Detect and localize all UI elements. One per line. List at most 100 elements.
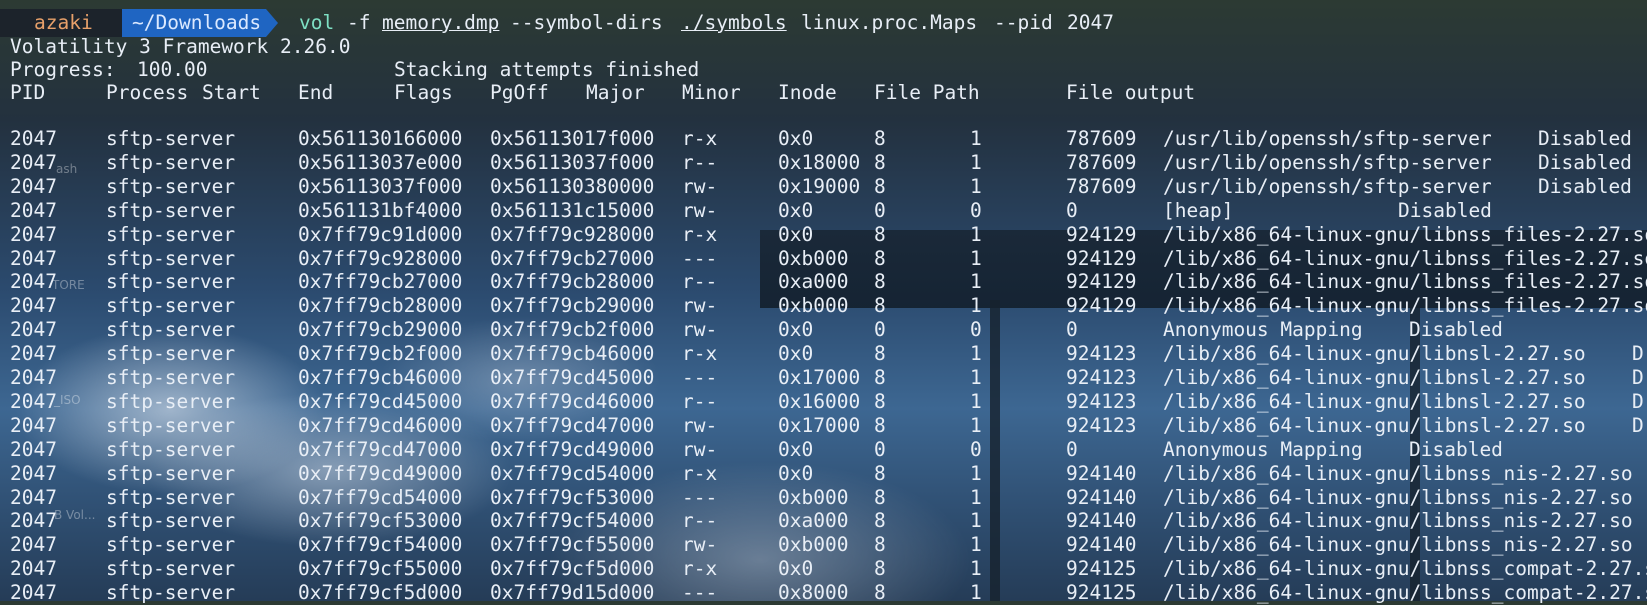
table-cell: 1 [970,533,982,557]
progress-line: Progress: 100.00 Stacking attempts finis… [0,58,699,82]
command-arg: memory.dmp [382,11,500,34]
table-cell: 787609 [1066,174,1137,198]
table-cell: 0 [970,437,982,461]
column-header: Minor [682,81,741,104]
table-cell: 2047 [10,246,57,270]
table-cell: 0x7ff79cb28000 [490,270,655,294]
table-cell: 0 [970,198,982,222]
table-cell: 924125 [1066,581,1137,605]
table-cell: 2047 [10,342,57,366]
table-cell: sftp-server [106,294,236,318]
table-cell: 0x7ff79d15d000 [490,581,655,605]
table-cell: sftp-server [106,150,236,174]
table-cell: --- [682,366,718,389]
table-cell: 1 [970,557,982,581]
column-header: Process [106,81,189,104]
table-cell: 924123 [1066,366,1137,389]
table-cell: 0x561130166000 [298,127,463,150]
table-cell: 924129 [1066,222,1137,246]
table-cell: 0x7ff79cd54000 [298,485,463,509]
table-cell: /lib/x86_64-linux-gnu/libnss_nis-2.27.so [1163,461,1633,485]
table-cell: 0x7ff79cf5d000 [490,557,655,581]
table-cell: r-- [682,389,718,413]
table-cell: 0x561131bf4000 [298,198,463,222]
prompt-directory: ~/Downloads [122,9,266,37]
table-cell: 2047 [10,127,57,150]
table-cell: 0x8000 [778,581,849,605]
table-cell: sftp-server [106,318,236,342]
table-cell: 0x17000 [778,413,861,437]
table-cell: 1 [970,413,982,437]
table-cell: 2047 [10,389,57,413]
table-cell: 0x0 [778,342,814,366]
table-cell: 0x56113037e000 [298,150,463,174]
table-cell: sftp-server [106,533,236,557]
column-header: End [298,81,334,104]
table-cell: 8 [874,509,886,533]
table-cell: 1 [970,389,982,413]
table-cell: 8 [874,557,886,581]
terminal-window[interactable]: azaki ~/Downloads vol -f memory.dmp --sy… [0,0,1647,604]
table-cell: 1 [970,509,982,533]
table-cell: r-- [682,270,718,294]
table-cell: 0xb000 [778,294,849,318]
table-cell: 0x18000 [778,150,861,174]
table-cell: 924129 [1066,294,1137,318]
table-cell: 787609 [1066,127,1137,150]
command-arg: ./symbols [681,11,787,34]
file-output-cell: Disabled [1398,198,1492,222]
table-cell: sftp-server [106,246,236,270]
column-header: Flags [394,81,453,104]
file-output-cell: D [1632,366,1644,389]
table-cell: 8 [874,127,886,150]
table-cell: 0x19000 [778,174,861,198]
table-cell: 924140 [1066,533,1137,557]
table-cell: --- [682,246,718,270]
table-cell: 0 [874,437,886,461]
table-cell: 924123 [1066,389,1137,413]
table-cell: 8 [874,485,886,509]
table-cell: 0x7ff79cb46000 [490,342,655,366]
table-cell: sftp-server [106,461,236,485]
table-cell: 0x7ff79cd45000 [298,389,463,413]
table-cell: 0x16000 [778,389,861,413]
table-cell: 1 [970,222,982,246]
table-cell: 0 [874,318,886,342]
table-cell: /lib/x86_64-linux-gnu/libnss_files-2.27.… [1163,246,1647,270]
table-cell: 0 [970,318,982,342]
table-cell: 0xa000 [778,509,849,533]
file-output-cell: D [1632,342,1644,366]
table-cell: 924129 [1066,246,1137,270]
table-cell: 8 [874,294,886,318]
table-cell: 0x7ff79c928000 [298,246,463,270]
table-cell: 0x7ff79cd47000 [298,437,463,461]
table-cell: 0x7ff79cf54000 [490,509,655,533]
table-cell: rw- [682,174,718,198]
table-header: PID Process Start End Flags PgOff Major … [0,81,1195,105]
table-cell: 2047 [10,509,57,533]
column-header: File output [1066,81,1196,104]
table-cell: 924140 [1066,509,1137,533]
table-cell: 1 [970,127,982,150]
table-cell: sftp-server [106,509,236,533]
table-cell: 0xb000 [778,246,849,270]
column-header: Inode [778,81,837,104]
table-cell: 8 [874,413,886,437]
table-cell: sftp-server [106,557,236,581]
table-cell: 8 [874,533,886,557]
command-program: vol [299,11,335,34]
table-cell: [heap] [1163,198,1234,222]
table-cell: 1 [970,461,982,485]
table-cell: 2047 [10,437,57,461]
table-cell: 0x7ff79cf5d000 [298,581,463,605]
table-cell: 2047 [10,318,57,342]
table-cell: 0xb000 [778,533,849,557]
table-cell: 0x7ff79cb2f000 [298,342,463,366]
table-cell: 0x7ff79cd54000 [490,461,655,485]
table-cell: 0x7ff79cb29000 [298,318,463,342]
table-cell: 0x7ff79c928000 [490,222,655,246]
table-cell: 0x0 [778,198,814,222]
table-cell: sftp-server [106,342,236,366]
framework-version-line: Volatility 3 Framework 2.26.0 [0,35,350,59]
table-cell: 0x56113017f000 [490,127,655,150]
